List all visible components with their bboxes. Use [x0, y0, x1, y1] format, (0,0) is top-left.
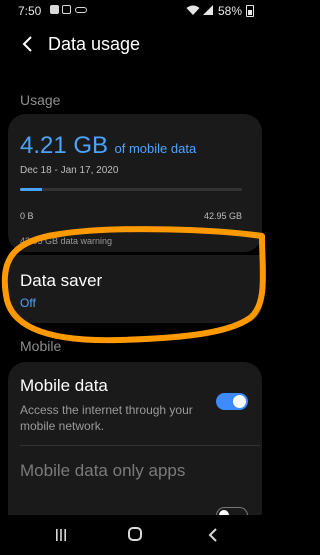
divider — [20, 445, 260, 446]
mobile-data-description: Access the internet through your mobile … — [20, 403, 193, 433]
battery-icon — [246, 5, 254, 17]
back-icon[interactable] — [206, 527, 220, 543]
mobile-data-toggle[interactable] — [216, 393, 248, 410]
image-icon — [62, 5, 71, 14]
battery-percentage: 58% — [218, 4, 243, 18]
data-saver-title: Data saver — [20, 271, 103, 290]
usage-value: 4.21 GB — [20, 132, 109, 159]
data-saver-item[interactable]: Data saver Off — [8, 255, 262, 323]
wifi-icon — [186, 5, 200, 15]
usage-card[interactable]: 4.21 GB of mobile data Dec 18 - Jan 17, … — [8, 114, 262, 252]
usage-section-header: Usage — [20, 92, 61, 108]
usage-period: Dec 18 - Jan 17, 2020 — [20, 165, 119, 176]
mobile-data-title: Mobile data — [20, 376, 108, 395]
usage-suffix: of mobile data — [114, 141, 197, 156]
recent-apps-icon[interactable] — [54, 528, 68, 542]
navigation-bar — [0, 515, 270, 555]
back-arrow-icon[interactable] — [16, 32, 40, 56]
usage-bar-max-label: 42.95 GB — [203, 211, 242, 221]
key-icon — [75, 7, 87, 13]
mobile-card: Mobile data Access the internet through … — [8, 362, 262, 537]
mobile-section-header: Mobile — [20, 338, 62, 354]
app-bar: Data usage — [0, 30, 270, 62]
data-warning-text: 42.95 GB data warning — [20, 236, 113, 246]
usage-amount: 4.21 GB of mobile data — [20, 132, 196, 160]
page-title: Data usage — [48, 34, 141, 54]
usage-bar-min-label: 0 B — [20, 211, 34, 221]
status-bar: 7:50 58% — [0, 0, 270, 22]
toggle-knob — [233, 395, 246, 408]
usage-progress-fill — [20, 188, 42, 191]
signal-icon — [203, 5, 213, 15]
mobile-data-only-apps-title[interactable]: Mobile data only apps — [20, 460, 200, 482]
data-saver-status: Off — [20, 296, 36, 310]
status-time: 7:50 — [18, 4, 42, 18]
home-icon[interactable] — [128, 527, 142, 541]
chat-icon — [50, 5, 59, 14]
usage-progress-bar — [20, 188, 242, 191]
